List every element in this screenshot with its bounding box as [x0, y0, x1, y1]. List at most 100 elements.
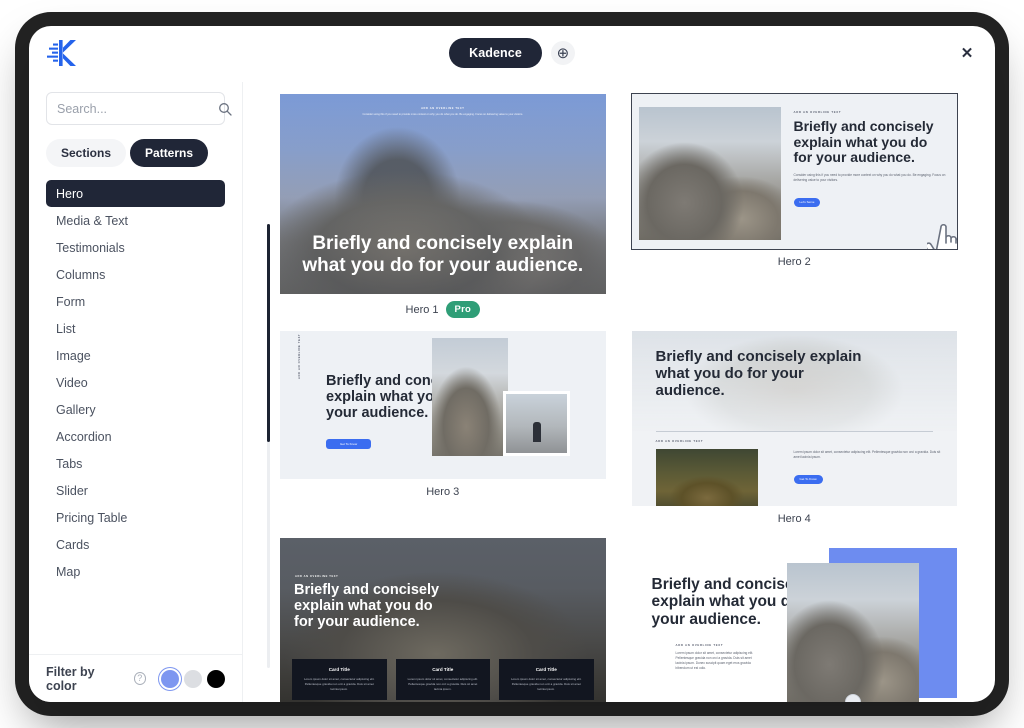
thumb-image-front-frame [503, 391, 570, 456]
pattern-card-hero-3[interactable]: ADD AN OVERLINE TEXT Briefly and concise… [280, 331, 606, 529]
pattern-thumbnail[interactable]: ADD AN OVERLINE TEXT Briefly and concise… [280, 538, 606, 702]
thumb-heading: Briefly and concisely explain what you d… [302, 233, 584, 276]
hand-cursor-icon [924, 220, 957, 249]
thumb-cta-button: Get To Know [793, 474, 823, 484]
sidebar-item-cards[interactable]: Cards [46, 531, 225, 558]
modal-body: Sections Patterns Hero Media & Text Test… [29, 82, 995, 702]
filter-by-color-label: Filter by color [46, 664, 95, 693]
pattern-card-hero-5[interactable]: ADD AN OVERLINE TEXT Briefly and concise… [280, 538, 606, 702]
thumb-cta-button: Let's Serve [793, 197, 821, 207]
pattern-thumbnail[interactable]: ADD AN OVERLINE TEXT Briefly and concise… [280, 331, 606, 479]
header-center-group: Kadence ⊕ [29, 38, 995, 68]
search-box[interactable] [46, 92, 232, 125]
sidebar-item-map[interactable]: Map [46, 558, 225, 585]
thumb-eyebrow: ADD AN OVERLINE TEXT [655, 439, 704, 443]
search-icon [218, 102, 232, 116]
thumb-card: Card Title Lorem ipsum dolor sit amet, c… [395, 659, 490, 700]
pattern-thumbnail[interactable]: ADD AN OVERLINE TEXT Briefly and concise… [630, 93, 958, 250]
sidebar-item-form[interactable]: Form [46, 288, 225, 315]
pattern-caption: Hero 3 [426, 479, 459, 502]
thumb-eyebrow: ADD AN OVERLINE TEXT [675, 643, 724, 647]
pattern-card-hero-1[interactable]: ADD AN OVERLINE TEXT Consider using this… [280, 94, 606, 322]
pattern-name: Hero 3 [426, 486, 460, 498]
thumb-image-back [432, 338, 508, 456]
sidebar: Sections Patterns Hero Media & Text Test… [29, 82, 242, 702]
thumb-eyebrow: ADD AN OVERLINE TEXT [793, 110, 842, 114]
sidebar-item-video[interactable]: Video [46, 369, 225, 396]
pattern-name: Hero 4 [777, 513, 811, 525]
search-input[interactable] [57, 101, 218, 116]
close-icon[interactable]: ✕ [957, 43, 977, 63]
tab-sections[interactable]: Sections [46, 139, 127, 167]
color-swatch-light-gray[interactable] [184, 669, 202, 688]
thumb-image [786, 563, 919, 702]
sidebar-item-pricing-table[interactable]: Pricing Table [46, 504, 225, 531]
thumb-card-body: Lorem ipsum dolor sit amet, consectetur … [511, 677, 582, 692]
pro-badge: Pro [445, 301, 480, 318]
pattern-name: Hero 1 [405, 303, 439, 316]
add-icon[interactable]: ⊕ [550, 41, 575, 65]
search-area [29, 82, 242, 125]
thumb-eyebrow: ADD AN OVERLINE TEXT [298, 333, 301, 379]
sidebar-item-testimonials[interactable]: Testimonials [46, 234, 225, 261]
sidebar-item-media-text[interactable]: Media & Text [46, 207, 225, 234]
filter-bar: Filter by color ? [29, 654, 242, 702]
color-swatch-black[interactable] [207, 669, 225, 688]
thumb-image [655, 449, 758, 506]
thumb-paragraph: Lorem ipsum dolor sit amet, consectetur … [793, 450, 941, 460]
pattern-name: Hero 2 [777, 256, 811, 268]
pattern-caption: Hero 1 Pro [406, 294, 480, 322]
thumb-divider [655, 431, 933, 432]
thumb-image [638, 107, 781, 240]
thumb-paragraph: Consider using this if you need to provi… [362, 113, 523, 116]
modal-header: Kadence ⊕ ✕ [29, 26, 995, 82]
thumb-card: Card Title Lorem ipsum dolor sit amet, c… [292, 659, 387, 700]
thumb-scroll-badge [844, 694, 861, 702]
tab-group: Sections Patterns [29, 125, 242, 177]
sidebar-item-gallery[interactable]: Gallery [46, 396, 225, 423]
pattern-caption: Hero 2 [778, 249, 811, 272]
color-swatch-group [161, 669, 225, 688]
thumb-card-title: Card Title [535, 667, 557, 673]
thumb-cta-button: Get To Know [326, 438, 372, 449]
thumb-heading: Briefly and concisely explain what you d… [793, 118, 934, 166]
pattern-thumbnail[interactable]: Briefly and concisely explain what you d… [631, 331, 957, 506]
thumb-card-row: Card Title Lorem ipsum dolor sit amet, c… [292, 659, 594, 700]
thumb-heading: Briefly and concisely explain what you d… [655, 348, 862, 399]
pattern-card-hero-6[interactable]: Briefly and concisely explain what you d… [631, 538, 957, 702]
sidebar-item-tabs[interactable]: Tabs [46, 450, 225, 477]
pattern-grid: ADD AN OVERLINE TEXT Consider using this… [280, 93, 958, 702]
help-icon[interactable]: ? [133, 672, 146, 685]
sidebar-item-slider[interactable]: Slider [46, 477, 225, 504]
category-list: Hero Media & Text Testimonials Columns F… [29, 177, 242, 654]
sidebar-item-image[interactable]: Image [46, 342, 225, 369]
thumb-card-body: Lorem ipsum dolor sit amet, consectetur … [407, 677, 478, 692]
thumb-card-title: Card Title [328, 667, 350, 673]
pattern-card-hero-2[interactable]: ADD AN OVERLINE TEXT Briefly and concise… [630, 93, 958, 322]
thumb-card-title: Card Title [432, 667, 454, 673]
color-swatch-blue[interactable] [161, 669, 179, 688]
thumb-image-front [506, 394, 567, 453]
sidebar-item-list[interactable]: List [46, 315, 225, 342]
pattern-card-hero-4[interactable]: Briefly and concisely explain what you d… [631, 331, 957, 529]
thumb-paragraph: Consider using this if you need to provi… [793, 173, 946, 183]
pattern-grid-area: ADD AN OVERLINE TEXT Consider using this… [243, 82, 995, 702]
thumb-text-col: ADD AN OVERLINE TEXT Briefly and concise… [793, 110, 948, 208]
thumb-top-text: ADD AN OVERLINE TEXT Consider using this… [280, 107, 606, 117]
sidebar-item-hero[interactable]: Hero [46, 180, 225, 207]
thumb-eyebrow: ADD AN OVERLINE TEXT [295, 575, 339, 578]
pattern-thumbnail[interactable]: ADD AN OVERLINE TEXT Consider using this… [280, 94, 606, 294]
thumb-heading: Briefly and concisely explain what you d… [294, 582, 440, 631]
pattern-library-modal: Kadence ⊕ ✕ Sections [29, 26, 995, 702]
thumb-card-body: Lorem ipsum dolor sit amet, consectetur … [304, 677, 375, 692]
sidebar-item-accordion[interactable]: Accordion [46, 423, 225, 450]
screen: Kadence ⊕ ✕ Sections [0, 0, 1024, 728]
tab-patterns[interactable]: Patterns [130, 139, 209, 167]
sidebar-item-columns[interactable]: Columns [46, 261, 225, 288]
pattern-thumbnail[interactable]: Briefly and concisely explain what you d… [631, 538, 957, 702]
thumb-card: Card Title Lorem ipsum dolor sit amet, c… [499, 659, 594, 700]
pattern-caption: Hero 4 [778, 506, 811, 529]
thumb-text-col: Lorem ipsum dolor sit amet, consectetur … [793, 450, 942, 485]
thumb-eyebrow: ADD AN OVERLINE TEXT [421, 107, 465, 110]
brand-pill-button[interactable]: Kadence [449, 38, 542, 68]
